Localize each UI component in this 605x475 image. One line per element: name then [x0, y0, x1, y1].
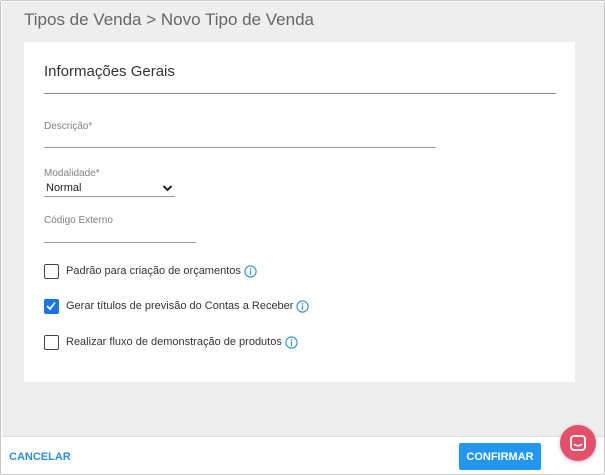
orcamentos-label: Padrão para criação de orçamentos	[66, 265, 241, 277]
checkbox-row-orcamentos[interactable]: Padrão para criação de orçamentos	[44, 262, 257, 280]
codigo-externo-underline	[44, 242, 196, 243]
orcamentos-checkbox[interactable]	[44, 263, 59, 279]
checkbox-row-contas-receber[interactable]: Gerar títulos de previsão do Contas a Re…	[44, 297, 310, 315]
contas-receber-label: Gerar títulos de previsão do Contas a Re…	[66, 300, 294, 312]
descricao-underline	[44, 147, 436, 148]
confirm-button[interactable]: CONFIRMAR	[459, 443, 541, 470]
check-icon	[46, 301, 56, 310]
chat-icon	[570, 435, 586, 451]
info-icon[interactable]	[244, 264, 257, 278]
section-divider	[44, 93, 556, 94]
codigo-externo-input[interactable]	[44, 225, 196, 241]
chevron-down-icon	[162, 185, 173, 192]
modalidade-label: Modalidade*	[44, 168, 100, 179]
descricao-input[interactable]	[44, 130, 436, 146]
demonstracao-checkbox[interactable]	[44, 334, 59, 350]
window-frame: Tipos de Venda > Novo Tipo de Venda Info…	[0, 0, 605, 475]
demonstracao-label: Realizar fluxo de demonstração de produt…	[66, 336, 282, 348]
contas-receber-checkbox[interactable]	[44, 298, 59, 314]
modalidade-value: Normal	[46, 182, 82, 194]
page-title: Tipos de Venda > Novo Tipo de Venda	[24, 10, 315, 29]
chat-button[interactable]	[560, 425, 596, 461]
checkbox-row-demonstracao[interactable]: Realizar fluxo de demonstração de produt…	[44, 333, 298, 351]
info-icon[interactable]	[285, 335, 298, 349]
main-area: Tipos de Venda > Novo Tipo de Venda Info…	[2, 2, 604, 436]
cancel-button[interactable]: CANCELAR	[9, 451, 71, 463]
section-title: Informações Gerais	[44, 63, 175, 80]
form-card: Informações Gerais Descrição* Modalidade…	[24, 42, 575, 382]
info-icon[interactable]	[296, 299, 310, 313]
modalidade-select[interactable]: Normal	[44, 181, 175, 197]
footer-bar: CANCELAR CONFIRMAR	[2, 436, 604, 474]
